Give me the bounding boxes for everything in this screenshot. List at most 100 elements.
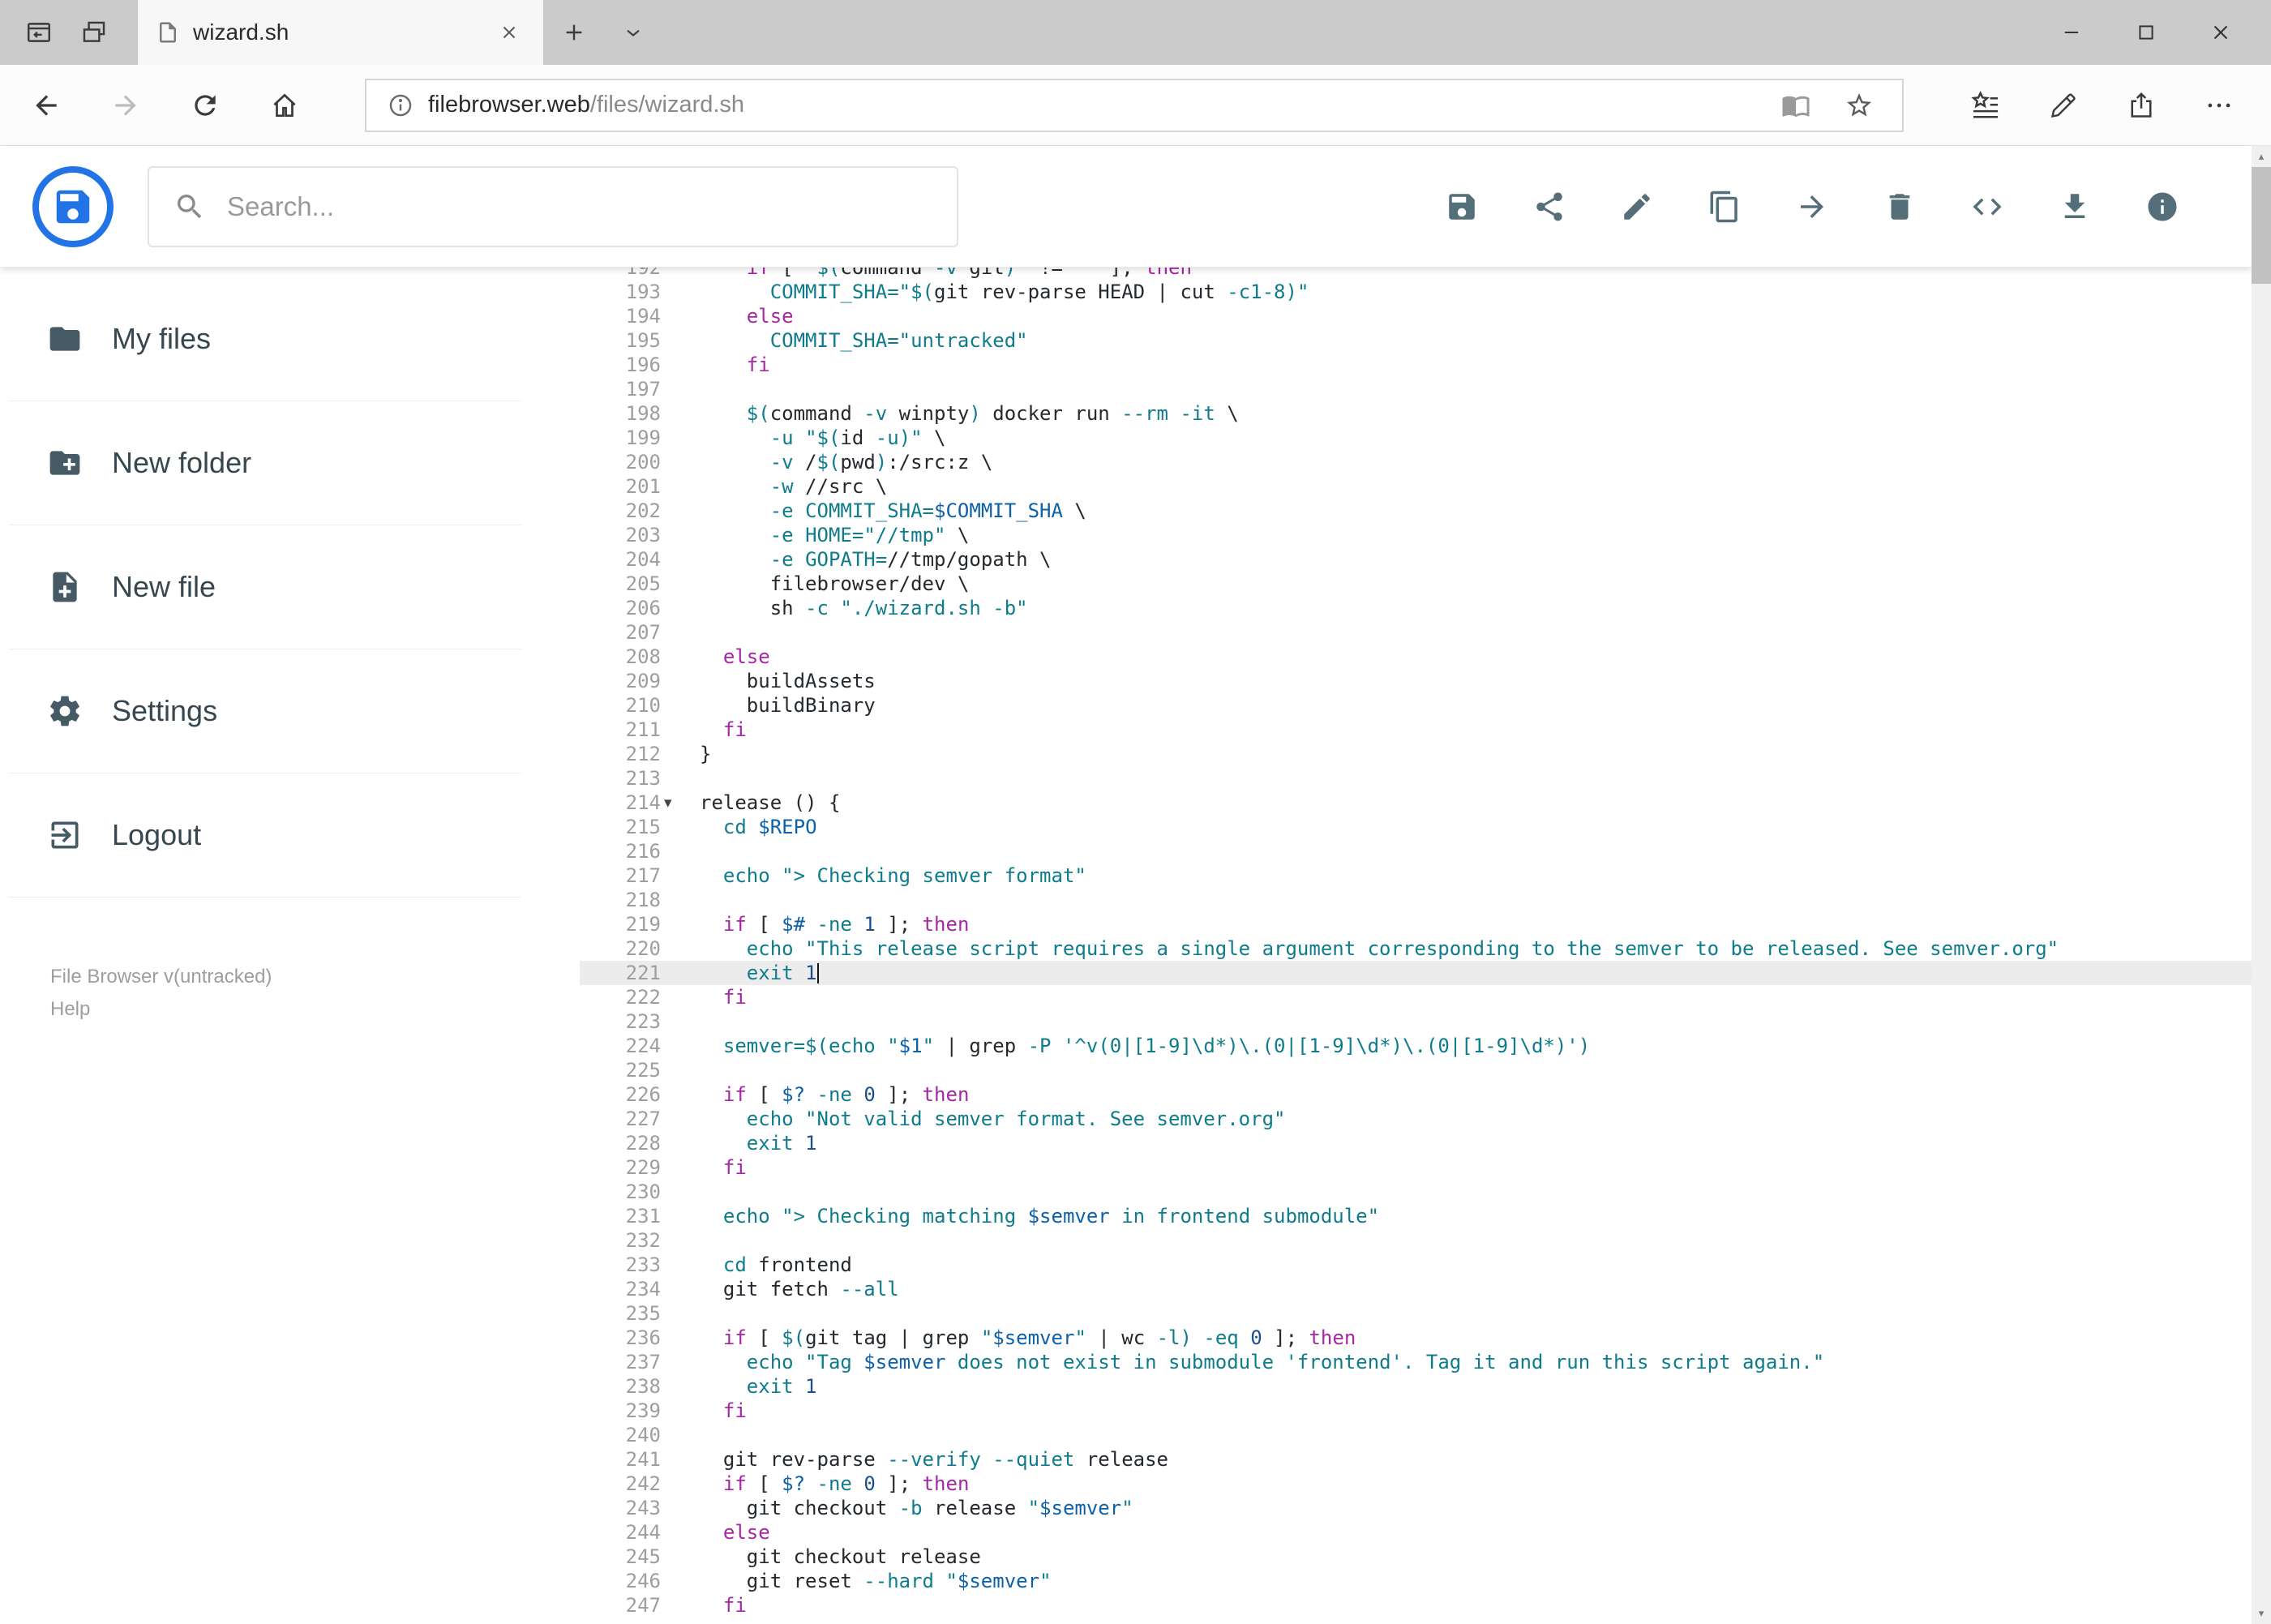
code-line[interactable]: 212} <box>580 742 2252 766</box>
sidebar-item-settings[interactable]: Settings <box>8 649 521 773</box>
maximize-button[interactable] <box>2109 0 2183 65</box>
code-line[interactable]: 202 -e COMMIT_SHA=$COMMIT_SHA \ <box>580 499 2252 523</box>
sidebar-item-new-folder[interactable]: New folder <box>8 401 521 525</box>
copy-button[interactable] <box>1681 162 1768 251</box>
code-line[interactable]: 206 sh -c "./wizard.sh -b" <box>580 596 2252 620</box>
code-line[interactable]: 232 <box>580 1228 2252 1253</box>
tab-close-button[interactable] <box>493 16 525 49</box>
code-line[interactable]: 229 fi <box>580 1155 2252 1180</box>
forward-button[interactable] <box>86 65 165 145</box>
code-line[interactable]: 230 <box>580 1180 2252 1204</box>
code-editor[interactable]: 192 if [ "$(command -v git)" != "" ]; th… <box>580 268 2252 1624</box>
share-button[interactable] <box>1506 162 1593 251</box>
make-web-note-button[interactable] <box>2025 66 2102 144</box>
code-line[interactable]: 218 <box>580 888 2252 912</box>
set-tabs-aside-button[interactable] <box>15 8 63 57</box>
home-button[interactable] <box>245 65 324 145</box>
code-line[interactable]: 227 echo "Not valid semver format. See s… <box>580 1107 2252 1131</box>
move-button[interactable] <box>1768 162 1856 251</box>
code-line[interactable]: 204 -e GOPATH=//tmp/gopath \ <box>580 547 2252 572</box>
code-line[interactable]: 233 cd frontend <box>580 1253 2252 1277</box>
site-info-button[interactable] <box>378 83 423 128</box>
address-bar[interactable]: filebrowser.web/files/wizard.sh <box>365 78 1904 132</box>
more-actions-button[interactable] <box>2180 66 2258 144</box>
reading-view-button[interactable] <box>1764 81 1828 130</box>
code-line[interactable]: 196 fi <box>580 353 2252 377</box>
code-line[interactable]: 199 -u "$(id -u)" \ <box>580 426 2252 450</box>
code-line[interactable]: 215 cd $REPO <box>580 815 2252 839</box>
code-line[interactable]: 203 -e HOME="//tmp" \ <box>580 523 2252 547</box>
help-link[interactable]: Help <box>50 993 272 1026</box>
vertical-scrollbar[interactable]: ▴ ▾ <box>2252 146 2271 1624</box>
scroll-up-arrow-icon[interactable]: ▴ <box>2252 146 2271 167</box>
code-line[interactable]: 214 ▾ release () { <box>580 791 2252 815</box>
code-line[interactable]: 247 fi <box>580 1593 2252 1618</box>
code-line[interactable]: 237 echo "Tag $semver does not exist in … <box>580 1350 2252 1374</box>
delete-button[interactable] <box>1856 162 1943 251</box>
code-line[interactable]: 219 if [ $# -ne 1 ]; then <box>580 912 2252 936</box>
code-line[interactable]: 201 -w //src \ <box>580 474 2252 499</box>
minimize-button[interactable] <box>2034 0 2109 65</box>
code-line[interactable]: 217 echo "> Checking semver format" <box>580 863 2252 888</box>
filebrowser-logo[interactable] <box>32 165 114 247</box>
scroll-down-arrow-icon[interactable]: ▾ <box>2252 1603 2271 1624</box>
search-box[interactable] <box>148 165 958 247</box>
back-button[interactable] <box>6 65 86 145</box>
code-line[interactable]: 234 git fetch --all <box>580 1277 2252 1301</box>
code-line[interactable]: 194 else <box>580 304 2252 328</box>
fold-marker-icon[interactable]: ▾ <box>664 791 672 815</box>
code-line[interactable]: 205 filebrowser/dev \ <box>580 572 2252 596</box>
share-page-button[interactable] <box>2102 66 2180 144</box>
favorite-star-button[interactable] <box>1828 81 1891 130</box>
code-line[interactable]: 242 if [ $? -ne 0 ]; then <box>580 1472 2252 1496</box>
code-line[interactable]: 235 <box>580 1301 2252 1326</box>
search-input[interactable] <box>227 191 932 222</box>
code-line[interactable]: 231 echo "> Checking matching $semver in… <box>580 1204 2252 1228</box>
hub-favorites-button[interactable] <box>1947 66 2025 144</box>
code-line[interactable]: 240 <box>580 1423 2252 1447</box>
code-line[interactable]: 198 $(command -v winpty) docker run --rm… <box>580 401 2252 426</box>
code-line[interactable]: 222 fi <box>580 985 2252 1009</box>
code-line[interactable]: 226 if [ $? -ne 0 ]; then <box>580 1082 2252 1107</box>
code-line[interactable]: 193 COMMIT_SHA="$(git rev-parse HEAD | c… <box>580 280 2252 304</box>
code-line[interactable]: 195 COMMIT_SHA="untracked" <box>580 328 2252 353</box>
browser-tab[interactable]: wizard.sh <box>138 0 543 65</box>
code-line[interactable]: 200 -v /$(pwd):/src:z \ <box>580 450 2252 474</box>
code-line[interactable]: 192 if [ "$(command -v git)" != "" ]; th… <box>580 268 2252 280</box>
url-text[interactable]: filebrowser.web/files/wizard.sh <box>428 92 744 118</box>
code-line[interactable]: 244 else <box>580 1520 2252 1545</box>
code-line[interactable]: 221 exit 1 <box>580 961 2252 985</box>
code-line[interactable]: 228 exit 1 <box>580 1131 2252 1155</box>
close-window-button[interactable] <box>2183 0 2258 65</box>
code-line[interactable]: 208 else <box>580 645 2252 669</box>
source-code-button[interactable] <box>1943 162 2031 251</box>
code-line[interactable]: 225 <box>580 1058 2252 1082</box>
sidebar-item-my-files[interactable]: My files <box>8 277 521 401</box>
sidebar-item-new-file[interactable]: New file <box>8 525 521 649</box>
code-line[interactable]: 209 buildAssets <box>580 669 2252 693</box>
info-button[interactable] <box>2119 162 2206 251</box>
code-line[interactable]: 210 buildBinary <box>580 693 2252 718</box>
new-tab-button[interactable] <box>543 0 605 65</box>
code-line[interactable]: 213 <box>580 766 2252 791</box>
code-line[interactable]: 241 git rev-parse --verify --quiet relea… <box>580 1447 2252 1472</box>
save-button[interactable] <box>1418 162 1506 251</box>
scrollbar-thumb[interactable] <box>2252 167 2271 284</box>
code-line[interactable]: 239 fi <box>580 1399 2252 1423</box>
code-line[interactable]: 246 git reset --hard "$semver" <box>580 1569 2252 1593</box>
code-line[interactable]: 243 git checkout -b release "$semver" <box>580 1496 2252 1520</box>
tab-list-chevron-button[interactable] <box>605 0 662 65</box>
code-line[interactable]: 223 <box>580 1009 2252 1034</box>
code-line[interactable]: 207 <box>580 620 2252 645</box>
sidebar-item-logout[interactable]: Logout <box>8 773 521 898</box>
rename-button[interactable] <box>1593 162 1681 251</box>
code-line[interactable]: 220 echo "This release script requires a… <box>580 936 2252 961</box>
code-line[interactable]: 216 <box>580 839 2252 863</box>
code-line[interactable]: 238 exit 1 <box>580 1374 2252 1399</box>
code-line[interactable]: 245 git checkout release <box>580 1545 2252 1569</box>
code-line[interactable]: 197 <box>580 377 2252 401</box>
refresh-button[interactable] <box>165 65 245 145</box>
code-line[interactable]: 224 semver=$(echo "$1" | grep -P '^v(0|[… <box>580 1034 2252 1058</box>
download-button[interactable] <box>2031 162 2119 251</box>
tab-preview-button[interactable] <box>70 8 118 57</box>
